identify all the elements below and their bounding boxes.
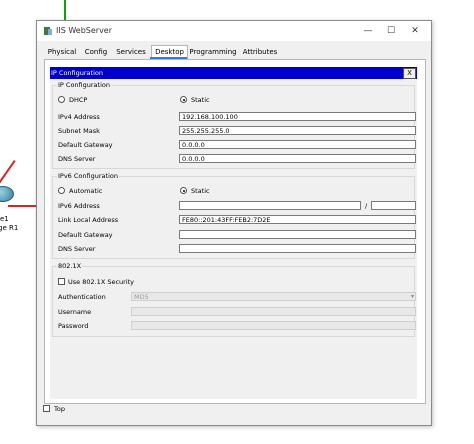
ipv4-group: IP Configuration DHCP Static IPv4 Addres… — [52, 81, 416, 169]
password-input[interactable] — [131, 321, 416, 330]
ipv6-dns-input[interactable] — [179, 244, 416, 253]
static-radio[interactable] — [180, 96, 187, 103]
ipv4-address-label: IPv4 Address — [58, 113, 100, 121]
top-checkbox[interactable] — [43, 405, 50, 412]
dns-server-label: DNS Server — [58, 155, 96, 163]
green-link-line — [64, 0, 66, 20]
ip-config-titlebar: IP Configuration X — [50, 67, 417, 79]
ipv6-group: IPv6 Configuration Automatic Static IPv6… — [52, 172, 416, 259]
ip-config-close-button[interactable]: X — [403, 68, 416, 79]
dhcp-label: DHCP — [69, 96, 88, 104]
use-8021x-label: Use 802.1X Security — [68, 278, 135, 286]
ip-config-title: IP Configuration — [51, 69, 103, 77]
ipv6-group-title: IPv6 Configuration — [57, 172, 119, 180]
tab-programming[interactable]: Programming — [189, 46, 237, 59]
prefix-length-input[interactable] — [371, 201, 416, 210]
link-local-input[interactable]: FE80::201:43FF:FEB2:7D2E — [179, 215, 416, 224]
automatic-radio[interactable] — [58, 187, 65, 194]
router-icon[interactable] — [0, 186, 14, 202]
desktop-content: IP Configuration X IP Configuration DHCP… — [44, 59, 426, 404]
dot1x-group: 802.1X Use 802.1X Security Authenticatio… — [52, 262, 416, 337]
ipv6-static-label: Static — [191, 187, 210, 195]
authentication-select[interactable]: MD5 ▾ — [131, 292, 416, 301]
subnet-mask-input[interactable]: 255.255.255.0 — [179, 126, 416, 135]
router-label-line2: ge R1 — [0, 224, 19, 232]
ip-config-panel: IP Configuration DHCP Static IPv4 Addres… — [50, 79, 417, 399]
top-label: Top — [54, 405, 65, 413]
username-label: Username — [58, 308, 92, 316]
ipv6-static-radio[interactable] — [180, 187, 187, 194]
subnet-mask-label: Subnet Mask — [58, 127, 100, 135]
window-title: IIS WebServer — [56, 26, 113, 35]
red-link-line — [8, 205, 36, 207]
prefix-separator: / — [365, 202, 368, 210]
default-gateway-label: Default Gateway — [58, 141, 113, 149]
tab-config[interactable]: Config — [82, 46, 110, 59]
default-gateway-input[interactable]: 0.0.0.0 — [179, 140, 416, 149]
ipv6-address-label: IPv6 Address — [58, 202, 100, 210]
router-label-line1: e1 — [0, 215, 9, 223]
dhcp-radio[interactable] — [58, 96, 65, 103]
chevron-down-icon: ▾ — [410, 293, 414, 300]
tab-physical[interactable]: Physical — [45, 46, 79, 59]
server-app-icon — [44, 27, 52, 35]
dns-server-input[interactable]: 0.0.0.0 — [179, 154, 416, 163]
dot1x-group-title: 802.1X — [57, 262, 83, 270]
tab-attributes[interactable]: Attributes — [241, 46, 279, 59]
device-window: IIS WebServer — ☐ ✕ Physical Config Serv… — [36, 20, 432, 426]
tab-services[interactable]: Services — [113, 46, 149, 59]
title-bar[interactable]: IIS WebServer — ☐ ✕ — [37, 21, 431, 41]
use-8021x-checkbox[interactable] — [58, 278, 65, 285]
authentication-value: MD5 — [134, 293, 149, 301]
red-link-line-2 — [0, 160, 16, 186]
ipv4-address-input[interactable]: 192.168.100.100 — [179, 112, 416, 121]
ipv6-dns-label: DNS Server — [58, 245, 96, 253]
ipv6-gateway-label: Default Gateway — [58, 231, 113, 239]
authentication-label: Authentication — [58, 293, 106, 301]
username-input[interactable] — [131, 307, 416, 316]
ipv6-gateway-input[interactable] — [179, 230, 416, 239]
ipv4-group-title: IP Configuration — [57, 81, 111, 89]
link-local-label: Link Local Address — [58, 216, 119, 224]
maximize-button[interactable]: ☐ — [380, 24, 402, 38]
close-button[interactable]: ✕ — [404, 24, 426, 38]
static-label: Static — [191, 96, 210, 104]
automatic-label: Automatic — [69, 187, 103, 195]
password-label: Password — [58, 322, 89, 330]
minimize-button[interactable]: — — [357, 24, 379, 38]
ipv6-address-input[interactable] — [179, 201, 361, 210]
